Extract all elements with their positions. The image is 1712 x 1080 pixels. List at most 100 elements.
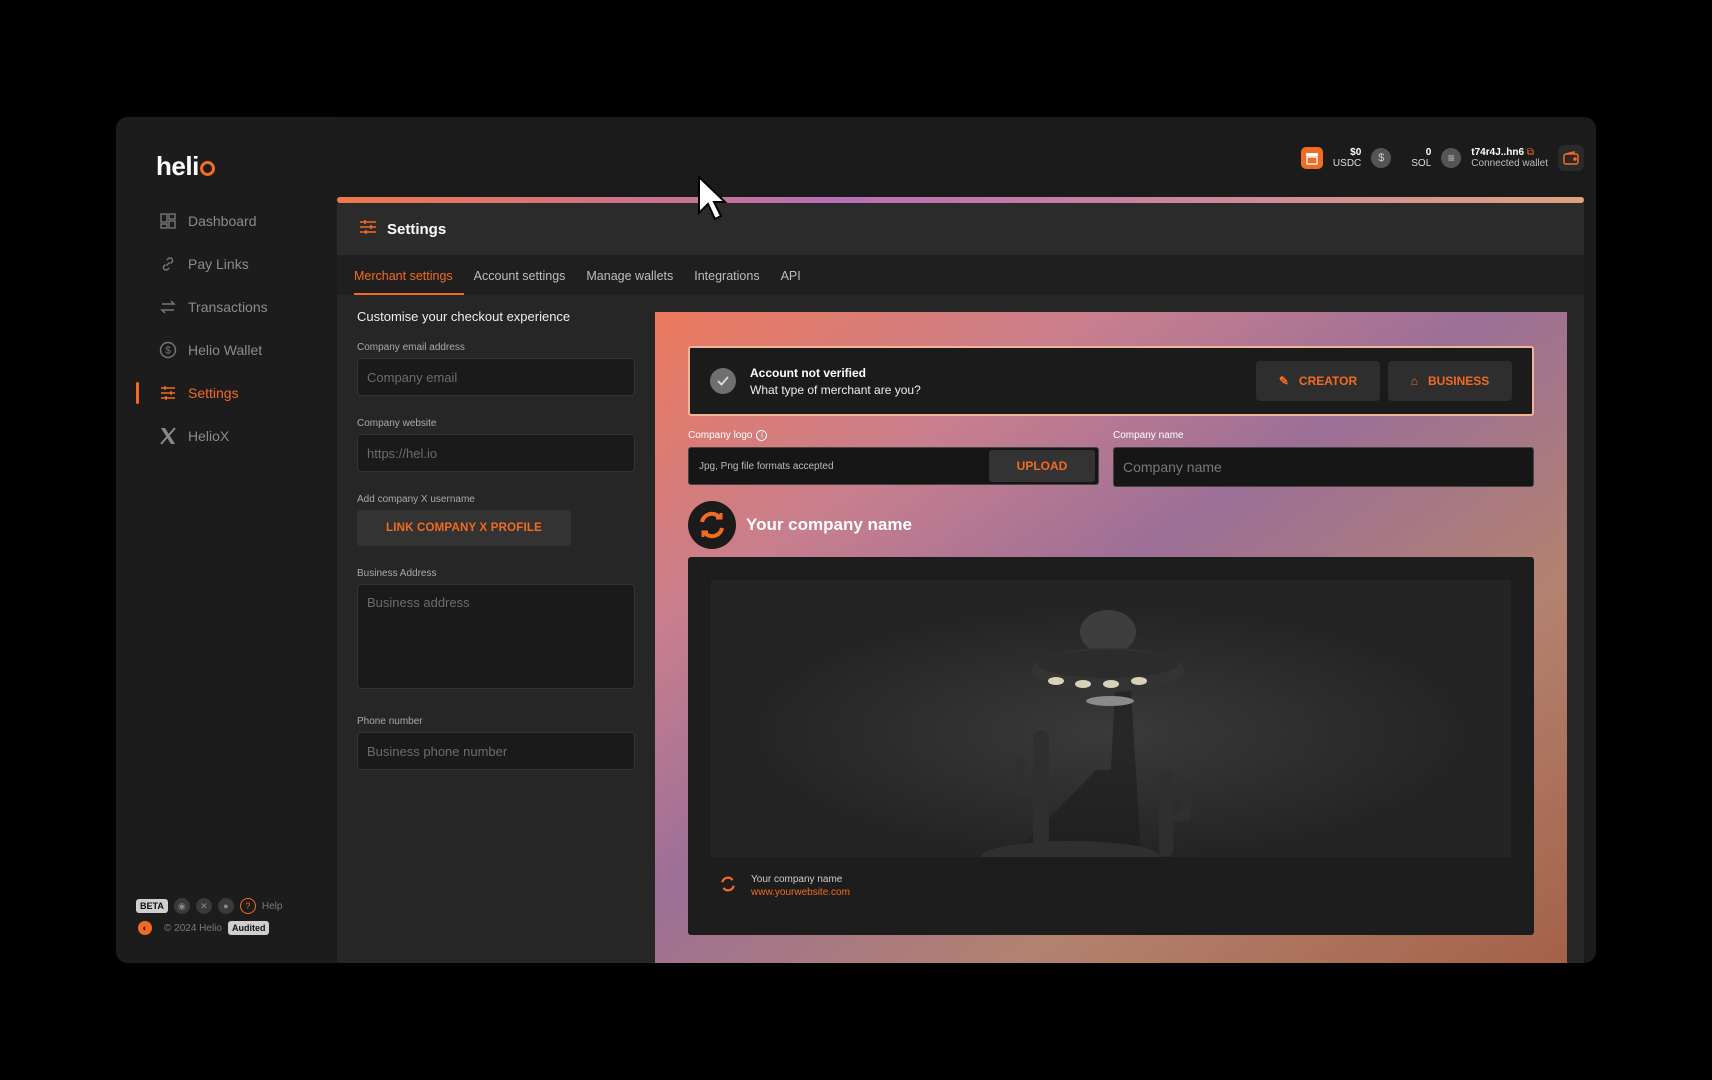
sidebar-item-label: Helio Wallet (188, 341, 263, 358)
address-field[interactable] (357, 584, 635, 689)
sidebar-footer: BETA ◉ ✕ ● ? Help ◐ © 2024 Helio Audited (136, 895, 282, 939)
theme-toggle-icon[interactable]: ◐ (138, 921, 152, 935)
sidebar-item-label: HelioX (188, 427, 230, 444)
helio-logo[interactable]: heli (156, 151, 215, 182)
usdc-balance: $0 USDC (1333, 147, 1361, 169)
wallet-label: Connected wallet (1471, 158, 1548, 169)
link-icon (158, 254, 178, 274)
connected-wallet[interactable]: t74r4J..hn6 ⧉ Connected wallet (1471, 147, 1548, 169)
creator-button[interactable]: ✎ CREATOR (1256, 361, 1380, 401)
help-icon[interactable]: ? (239, 898, 256, 914)
page-title: Settings (387, 220, 447, 238)
mouse-cursor-icon (697, 174, 728, 226)
beta-badge: BETA (136, 899, 168, 913)
logo-upload-field[interactable]: Jpg, Png file formats accepted UPLOAD (688, 447, 1099, 485)
usdc-coin-icon: $ (1371, 148, 1392, 168)
banner-image (711, 580, 1511, 857)
website-label: Company website (357, 418, 437, 429)
website-field[interactable] (357, 434, 635, 472)
sidebar-item-transactions[interactable]: Transactions (116, 285, 337, 328)
logo-label: Company logo i (688, 430, 1099, 441)
sidebar-item-label: Transactions (188, 298, 268, 315)
info-icon[interactable]: i (756, 430, 768, 441)
creator-label: CREATOR (1298, 374, 1358, 388)
email-field[interactable] (357, 358, 635, 396)
sol-coin-icon: ≡ (1441, 148, 1462, 168)
checkout-card: Your company name www.yourwebsite.com (688, 557, 1534, 935)
sidebar-item-label: Settings (188, 384, 239, 401)
logo-ring-icon (199, 161, 215, 176)
sidebar: heli Dashboard Pay Links Transactions $ … (116, 117, 337, 963)
transfer-icon (158, 297, 178, 317)
company-name-field[interactable] (1113, 447, 1534, 487)
svg-text:$: $ (165, 345, 171, 356)
usdc-amount: $0 (1350, 147, 1362, 158)
sidebar-item-settings[interactable]: Settings (116, 371, 337, 414)
card-company-name: Your company name (751, 874, 843, 885)
verified-badge-icon (710, 368, 736, 394)
tab-merchant-settings[interactable]: Merchant settings (354, 269, 464, 295)
settings-tabs: Merchant settings Account settings Manag… (337, 255, 1584, 295)
help-link[interactable]: Help (262, 901, 283, 912)
verify-title: Account not verified (750, 365, 867, 380)
link-x-profile-button[interactable]: LINK COMPANY X PROFILE (357, 510, 571, 546)
wallet-address: t74r4J..hn6 (1471, 147, 1525, 158)
paintbrush-icon: ✎ (1278, 374, 1289, 388)
verification-banner: Account not verified What type of mercha… (688, 346, 1534, 416)
card-website-link[interactable]: www.yourwebsite.com (751, 887, 850, 898)
phone-field[interactable] (357, 732, 635, 770)
logo-text: heli (156, 151, 199, 181)
top-bar: $0 USDC $ 0 SOL ≡ t74r4J..hn6 ⧉ Connected w… (1300, 143, 1584, 173)
copy-icon[interactable]: ⧉ (1527, 147, 1534, 158)
upload-hint: Jpg, Png file formats accepted (699, 460, 834, 472)
sidebar-nav: Dashboard Pay Links Transactions $ Helio… (116, 199, 337, 457)
sol-label: SOL (1411, 158, 1432, 169)
merchant-form: Customise your checkout experience Compa… (357, 295, 637, 770)
form-heading: Customise your checkout experience (357, 309, 571, 324)
company-display-name: Your company name (746, 515, 912, 534)
usdc-label: USDC (1332, 158, 1362, 169)
x-logo-icon (158, 426, 178, 446)
company-header: Your company name (688, 501, 1534, 549)
sliders-icon (359, 219, 377, 240)
company-small-logo-icon (719, 875, 737, 898)
verify-question: What type of merchant are you? (750, 382, 921, 397)
tab-account-settings[interactable]: Account settings (474, 269, 576, 295)
email-label: Company email address (357, 342, 465, 353)
sidebar-item-pay-links[interactable]: Pay Links (116, 242, 337, 285)
tab-integrations[interactable]: Integrations (694, 269, 769, 295)
address-label: Business Address (357, 568, 437, 579)
phone-label: Phone number (357, 716, 423, 727)
logo-label-text: Company logo (688, 430, 753, 441)
copyright-text: © 2024 Helio (164, 922, 222, 934)
sidebar-item-heliox[interactable]: HelioX (116, 414, 337, 457)
sol-amount: 0 (1425, 147, 1432, 158)
store-icon[interactable] (1300, 147, 1323, 169)
store-icon: ⌂ (1410, 374, 1418, 388)
x-social-icon[interactable]: ✕ (195, 898, 212, 914)
ufo-illustration (711, 580, 1511, 857)
tab-api[interactable]: API (781, 269, 811, 295)
sidebar-item-label: Pay Links (188, 255, 249, 272)
checkout-preview: Account not verified What type of mercha… (655, 312, 1567, 963)
discord-icon[interactable]: ◉ (173, 898, 190, 914)
main-content: Settings Merchant settings Account setti… (337, 197, 1584, 963)
business-button[interactable]: ⌂ BUSINESS (1388, 361, 1512, 401)
sidebar-item-helio-wallet[interactable]: $ Helio Wallet (116, 328, 337, 371)
tab-manage-wallets[interactable]: Manage wallets (586, 269, 683, 295)
x-username-label: Add company X username (357, 494, 475, 505)
audited-badge[interactable]: Audited (227, 921, 270, 935)
card-footer: Your company name www.yourwebsite.com (711, 874, 1511, 898)
company-name-label: Company name (1113, 430, 1184, 441)
sidebar-item-dashboard[interactable]: Dashboard (116, 199, 337, 242)
sidebar-item-label: Dashboard (188, 212, 257, 229)
page-header: Settings (337, 203, 1584, 255)
app-window: heli Dashboard Pay Links Transactions $ … (116, 117, 1596, 963)
upload-button[interactable]: UPLOAD (989, 450, 1095, 482)
github-icon[interactable]: ● (217, 898, 234, 914)
dollar-coin-icon: $ (158, 340, 178, 360)
sol-balance: 0 SOL (1411, 147, 1431, 169)
wallet-icon[interactable] (1558, 145, 1584, 171)
company-avatar (688, 501, 736, 549)
business-label: BUSINESS (1427, 374, 1490, 388)
